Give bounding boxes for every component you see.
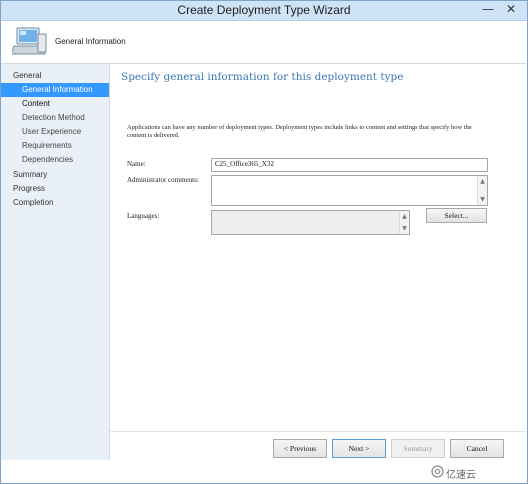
nav-item-requirements[interactable]: Requirements [0,139,109,153]
window-title: Create Deployment Type Wizard [177,3,351,17]
nav-item-general[interactable]: General [0,69,109,83]
nav-item-content[interactable]: Content [0,97,109,111]
select-languages-button[interactable]: Select... [426,208,487,223]
watermark-logo-icon [431,465,444,478]
header-title: General Information [55,37,126,46]
nav-item-general-information[interactable]: General Information [0,83,109,97]
nav-item-completion[interactable]: Completion [0,196,109,210]
scroll-down-icon[interactable]: ▼ [478,195,487,204]
nav-item-dependencies[interactable]: Dependencies [0,153,109,167]
languages-list[interactable] [211,210,410,235]
nav-item-detection-method[interactable]: Detection Method [0,111,109,125]
next-button[interactable]: Next > [332,439,386,458]
summary-button[interactable]: Summary [391,439,445,458]
nav-item-progress[interactable]: Progress [0,182,109,196]
admin-comments-label: Administrator comments: [127,176,199,184]
name-label: Name: [127,160,146,168]
name-field-value: C25_Office365_X32 [215,160,274,168]
computer-icon [12,27,47,55]
cancel-button[interactable]: Cancel [450,439,504,458]
languages-scroll-up-icon[interactable]: ▲ [400,212,409,221]
admin-comments-field[interactable] [211,175,488,206]
page-title: Specify general information for this dep… [121,71,404,83]
previous-button[interactable]: < Previous [273,439,327,458]
close-button[interactable]: ✕ [500,0,522,18]
nav-item-user-experience[interactable]: User Experience [0,125,109,139]
languages-scroll-down-icon[interactable]: ▼ [400,224,409,233]
page-description: Applications can have any number of depl… [127,124,472,139]
scroll-up-icon[interactable]: ▲ [478,177,487,186]
watermark-text: 亿速云 [446,470,476,481]
nav-item-summary[interactable]: Summary [0,168,109,182]
footer-divider [110,431,526,432]
languages-label: Languages: [127,212,160,220]
minimize-button[interactable]: — [478,0,498,18]
